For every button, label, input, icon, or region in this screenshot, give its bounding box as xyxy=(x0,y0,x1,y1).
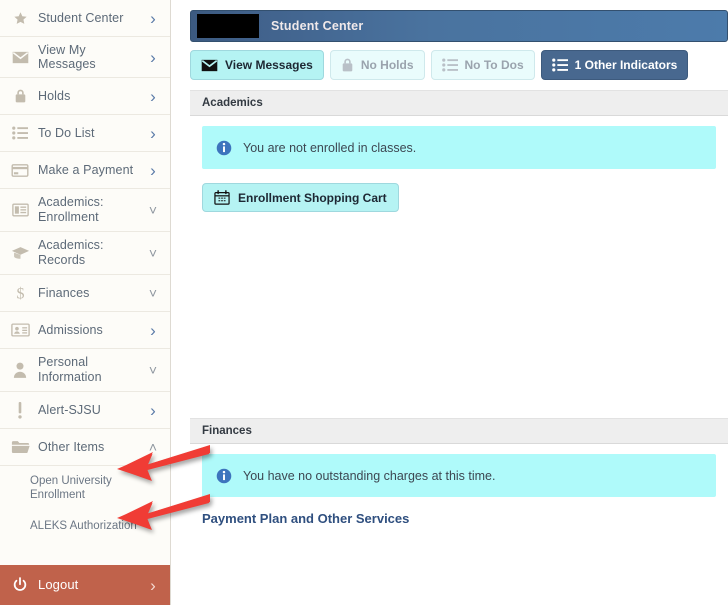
chevron-right-icon xyxy=(146,10,160,27)
info-text: You have no outstanding charges at this … xyxy=(243,468,496,483)
chevron-down-icon xyxy=(146,246,160,260)
sidebar-subitem-label: ALEKS Authorization xyxy=(30,520,137,532)
chevron-down-icon xyxy=(146,203,160,217)
enrollment-shopping-cart-button[interactable]: Enrollment Shopping Cart xyxy=(202,183,399,212)
sidebar-item-make-a-payment[interactable]: Make a Payment xyxy=(0,152,170,189)
sidebar-item-label: Personal Information xyxy=(38,355,102,384)
chevron-right-icon xyxy=(146,322,160,339)
tab-label: No To Dos xyxy=(464,58,524,72)
lock-icon xyxy=(8,86,32,106)
sidebar-item-label: Finances xyxy=(38,286,90,300)
sidebar: Student Center View My Messages Holds xyxy=(0,0,170,605)
envelope-icon xyxy=(201,59,218,72)
tab-no-holds[interactable]: No Holds xyxy=(329,50,425,80)
section-title: Finances xyxy=(202,425,252,437)
sidebar-item-label: To Do List xyxy=(38,126,95,140)
sidebar-item-other-items[interactable]: Other Items xyxy=(0,429,170,466)
sidebar-item-finances[interactable]: $ Finances xyxy=(0,275,170,312)
power-icon xyxy=(8,575,32,595)
page-banner: Student Center xyxy=(190,10,728,42)
tab-label: No Holds xyxy=(360,58,414,72)
finances-info-message: You have no outstanding charges at this … xyxy=(202,454,716,497)
sidebar-item-label: Holds xyxy=(38,89,71,103)
tab-label: View Messages xyxy=(225,58,313,72)
finances-panel: You have no outstanding charges at this … xyxy=(190,444,728,528)
sidebar-item-academics-enrollment[interactable]: Academics: Enrollment xyxy=(0,189,170,232)
svg-text:$: $ xyxy=(16,286,24,303)
sidebar-subitem-label: Open University Enrollment xyxy=(30,475,112,501)
indicator-tab-row: View Messages No Holds No To Dos 1 Other… xyxy=(190,50,728,80)
sidebar-item-label: View My Messages xyxy=(38,43,96,71)
sidebar-item-label: Academics: Records xyxy=(38,238,104,267)
sidebar-item-admissions[interactable]: Admissions xyxy=(0,312,170,349)
sidebar-item-view-my-messages[interactable]: View My Messages xyxy=(0,37,170,78)
sidebar-item-personal-information[interactable]: Personal Information xyxy=(0,349,170,392)
button-label: Enrollment Shopping Cart xyxy=(238,190,387,205)
chevron-right-icon xyxy=(146,88,160,105)
sidebar-item-student-center[interactable]: Student Center xyxy=(0,0,170,37)
panel-spacer xyxy=(202,212,716,408)
sidebar-item-label: Make a Payment xyxy=(38,163,134,177)
payment-plan-link[interactable]: Payment Plan and Other Services xyxy=(202,511,409,526)
sidebar-item-label: Academics: Enrollment xyxy=(38,195,104,224)
list-icon xyxy=(551,58,568,72)
sidebar-item-label: Admissions xyxy=(38,323,103,337)
credit-card-icon xyxy=(8,160,32,180)
tab-other-indicators[interactable]: 1 Other Indicators xyxy=(540,50,689,80)
chevron-right-icon xyxy=(146,402,160,419)
logout-label: Logout xyxy=(38,577,79,592)
person-icon xyxy=(8,360,32,380)
list-icon xyxy=(8,123,32,143)
chevron-right-icon xyxy=(146,49,160,66)
tab-no-to-dos[interactable]: No To Dos xyxy=(430,50,535,80)
sidebar-item-label: Alert-SJSU xyxy=(38,403,101,417)
sidebar-subitem-open-university-enrollment[interactable]: Open University Enrollment xyxy=(0,466,170,511)
dollar-icon: $ xyxy=(8,283,32,303)
academics-panel: You are not enrolled in classes. Enrollm… xyxy=(190,116,728,408)
sidebar-subitem-aleks-authorization[interactable]: ALEKS Authorization xyxy=(0,511,170,543)
sidebar-item-alert-sjsu[interactable]: Alert-SJSU xyxy=(0,392,170,429)
student-center-page: Student Center View My Messages Holds xyxy=(0,0,728,605)
section-header-finances: Finances xyxy=(190,418,728,444)
id-card-icon xyxy=(8,320,32,340)
section-title: Academics xyxy=(202,97,263,109)
tab-view-messages[interactable]: View Messages xyxy=(190,50,324,80)
sidebar-item-holds[interactable]: Holds xyxy=(0,78,170,115)
folder-icon xyxy=(8,437,32,457)
main-content: Student Center View Messages No Holds No xyxy=(178,0,728,605)
page-title: Student Center xyxy=(271,19,364,33)
sidebar-item-label: Other Items xyxy=(38,440,105,454)
sidebar-item-to-do-list[interactable]: To Do List xyxy=(0,115,170,152)
sidebar-item-label: Student Center xyxy=(38,11,124,25)
info-icon xyxy=(216,140,232,156)
list-icon xyxy=(441,58,458,72)
academics-info-message: You are not enrolled in classes. xyxy=(202,126,716,169)
chevron-down-icon xyxy=(146,286,160,300)
chevron-right-icon xyxy=(146,162,160,179)
chevron-right-icon xyxy=(146,125,160,142)
sidebar-item-academics-records[interactable]: Academics: Records xyxy=(0,232,170,275)
lock-icon xyxy=(341,57,354,73)
star-icon xyxy=(8,8,32,28)
chevron-up-icon xyxy=(146,440,160,454)
chevron-down-icon xyxy=(146,363,160,377)
calendar-icon xyxy=(214,190,230,205)
chevron-right-icon xyxy=(146,577,160,594)
sidebar-content-divider xyxy=(170,0,178,605)
sidebar-nav-list: Student Center View My Messages Holds xyxy=(0,0,170,565)
envelope-icon xyxy=(8,47,32,67)
form-icon xyxy=(8,200,32,220)
exclamation-icon xyxy=(8,400,32,420)
redacted-name-block xyxy=(197,14,259,38)
info-icon xyxy=(216,468,232,484)
graduation-cap-icon xyxy=(8,243,32,263)
tab-label: 1 Other Indicators xyxy=(574,58,678,72)
info-text: You are not enrolled in classes. xyxy=(243,140,417,155)
section-header-academics: Academics xyxy=(190,90,728,116)
logout-button[interactable]: Logout xyxy=(0,565,170,605)
